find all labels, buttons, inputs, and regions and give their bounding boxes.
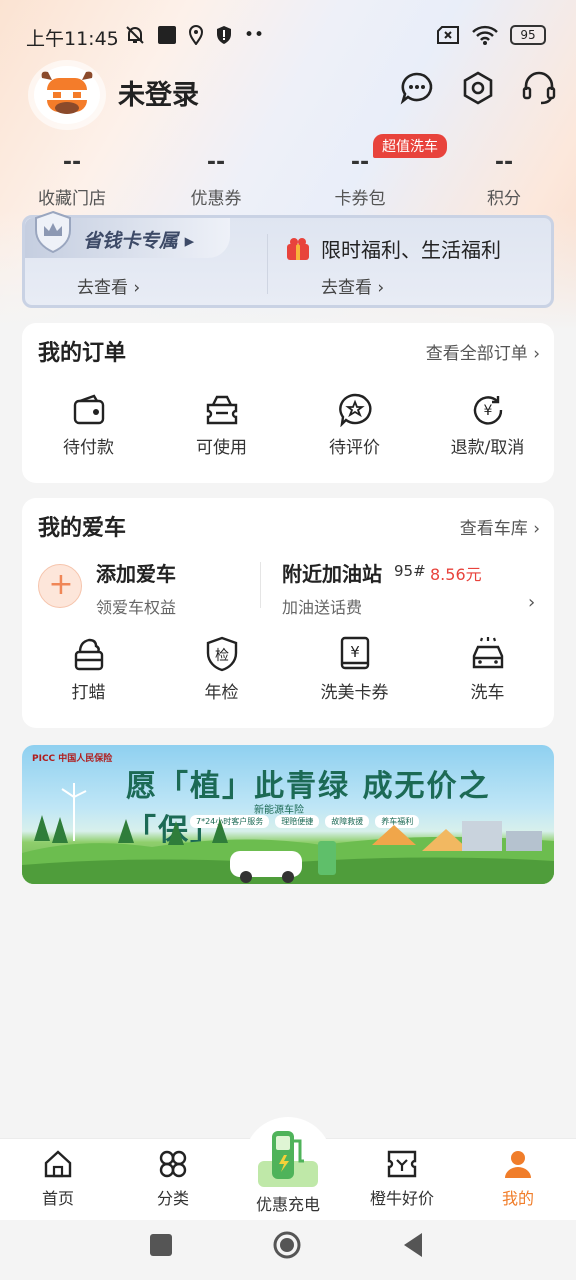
- system-nav-bar: [0, 1220, 576, 1280]
- order-pending-review[interactable]: 待评价: [288, 393, 421, 458]
- my-car-card: 我的爱车 查看车库 › + 添加爱车 领爱车权益 附近加油站 95# 8.56元…: [22, 498, 554, 728]
- add-car-subtitle: 领爱车权益: [96, 598, 177, 617]
- tab-category[interactable]: 分类: [123, 1149, 223, 1209]
- back-icon[interactable]: [402, 1232, 424, 1258]
- refund-icon: ¥: [473, 396, 502, 425]
- insurance-banner[interactable]: PICC 中国人民保险 愿「植」此青绿 成无价之「保」 新能源车险 7*24小时…: [22, 745, 554, 884]
- crown-shield-icon: [35, 210, 71, 254]
- service-wash-coupons[interactable]: ¥ 洗美卡券: [288, 636, 421, 703]
- wallet-icon: [73, 394, 104, 425]
- charging-station-icon: [258, 1131, 318, 1187]
- shield-icon: [217, 26, 231, 44]
- yuan-book-icon: ¥: [340, 636, 369, 670]
- ox-mascot-icon: [41, 71, 93, 114]
- add-car-button[interactable]: +: [38, 564, 82, 608]
- svg-text:¥: ¥: [483, 403, 492, 419]
- order-pending-payment[interactable]: 待付款: [22, 393, 155, 458]
- order-refund-cancel[interactable]: ¥ 退款/取消: [421, 393, 554, 458]
- wax-icon: [74, 638, 103, 671]
- recent-apps-icon[interactable]: [150, 1234, 172, 1256]
- view-all-orders-link[interactable]: 查看全部订单 ›: [426, 339, 540, 364]
- tab-mine[interactable]: 我的: [468, 1149, 568, 1209]
- stat-points[interactable]: -- 积分: [444, 150, 564, 209]
- stat-card-wallet[interactable]: -- 卡券包: [300, 150, 420, 209]
- location-icon: [188, 25, 204, 45]
- plus-icon: +: [48, 567, 74, 602]
- stat-favorite-stores[interactable]: -- 收藏门店: [12, 150, 132, 209]
- chevron-right-icon[interactable]: ›: [528, 592, 535, 613]
- tab-charging-label: 优惠充电: [255, 1195, 320, 1214]
- more-dots-icon: ••: [244, 25, 265, 45]
- car-wash-icon: [472, 637, 503, 669]
- ticket-icon: [206, 395, 237, 425]
- order-usable[interactable]: 可使用: [155, 393, 288, 458]
- username[interactable]: 未登录: [118, 73, 199, 112]
- person-icon: [505, 1151, 531, 1178]
- svg-text:检: 检: [215, 648, 229, 664]
- gas-price: 8.56元: [430, 565, 482, 584]
- wifi-icon: [472, 25, 498, 45]
- inspection-shield-icon: 检: [206, 636, 237, 672]
- orders-title: 我的订单: [38, 341, 127, 366]
- star-chat-icon: [338, 393, 371, 427]
- add-car-title[interactable]: 添加爱车: [96, 558, 176, 587]
- grid-icon: [159, 1150, 187, 1178]
- car-wash-badge: 超值洗车: [373, 134, 447, 158]
- avatar[interactable]: [34, 66, 100, 124]
- square-icon: [158, 26, 176, 44]
- stat-coupons[interactable]: -- 优惠券: [156, 150, 276, 209]
- view-garage-link[interactable]: 查看车库 ›: [460, 514, 540, 539]
- home-icon: [44, 1150, 72, 1178]
- gift-icon: [287, 238, 309, 260]
- headset-icon[interactable]: [521, 70, 557, 106]
- status-time: 上午11:45: [26, 28, 119, 50]
- home-circle-icon[interactable]: [272, 1230, 302, 1260]
- gas-subtitle: 加油送话费: [282, 598, 363, 617]
- bottom-nav: 首页 分类 优惠充电 橙牛好价 我的: [0, 1117, 576, 1220]
- status-bar: 上午11:45 •• 95: [0, 0, 576, 70]
- battery-icon: 95: [510, 25, 546, 45]
- tab-home[interactable]: 首页: [8, 1149, 108, 1209]
- service-car-wash[interactable]: 洗车: [421, 636, 554, 703]
- price-tag-icon: [387, 1150, 417, 1178]
- sim-x-icon: [437, 26, 459, 44]
- limited-benefits-link[interactable]: 去查看 ›: [321, 273, 384, 298]
- tab-good-price[interactable]: 橙牛好价: [352, 1149, 452, 1209]
- message-icon[interactable]: [399, 70, 435, 106]
- my-car-title: 我的爱车: [38, 516, 127, 541]
- nearby-gas-title[interactable]: 附近加油站: [282, 558, 382, 587]
- savings-card-link[interactable]: 去查看 ›: [77, 273, 140, 298]
- settings-icon[interactable]: [460, 70, 496, 106]
- service-annual-inspection[interactable]: 检 年检: [155, 636, 288, 703]
- limited-benefits-title: 限时福利、生活福利: [321, 238, 501, 262]
- service-wax[interactable]: 打蜡: [22, 636, 155, 703]
- orders-card: 我的订单 查看全部订单 › 待付款 可使用 待评价 ¥ 退款/取消: [22, 323, 554, 483]
- promo-card: 省钱卡专属 ▸ 去查看 › 限时福利、生活福利 去查看 ›: [22, 210, 554, 308]
- bell-off-icon: [126, 26, 144, 44]
- gas-grade: 95#: [394, 562, 426, 580]
- svg-text:¥: ¥: [350, 643, 360, 661]
- banner-landscape-illustration: [22, 783, 554, 884]
